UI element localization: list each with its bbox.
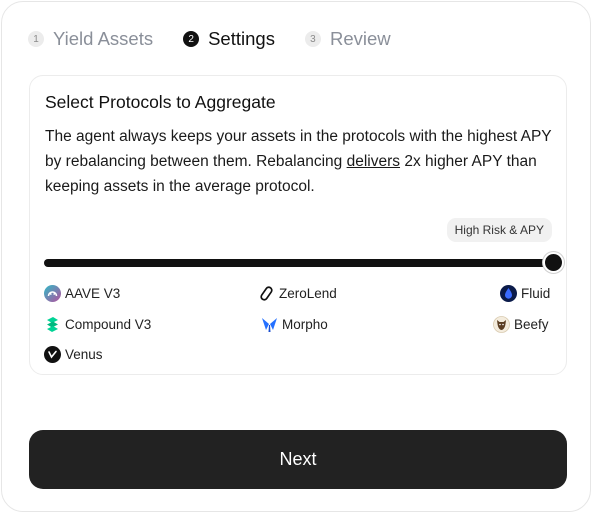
protocol-venus: Venus	[44, 346, 103, 363]
protocol-name: AAVE V3	[65, 286, 121, 301]
slider-thumb[interactable]	[543, 252, 564, 273]
card-title: Select Protocols to Aggregate	[45, 92, 276, 112]
risk-slider[interactable]	[44, 252, 564, 274]
aave-icon	[44, 285, 61, 302]
protocol-name: ZeroLend	[279, 286, 337, 301]
step-number-3: 3	[304, 31, 321, 47]
protocol-fluid: Fluid	[500, 285, 550, 302]
morpho-icon	[261, 316, 278, 333]
protocol-name: Morpho	[282, 317, 328, 332]
protocol-morpho: Morpho	[261, 316, 328, 333]
step-label-settings: Settings	[208, 28, 275, 49]
next-button[interactable]: Next	[29, 430, 567, 489]
step-settings[interactable]: 2 Settings	[183, 28, 275, 50]
protocol-name: Fluid	[521, 286, 551, 301]
protocol-aave: AAVE V3	[44, 285, 120, 302]
compound-icon	[44, 316, 61, 333]
protocol-name: Beefy	[514, 317, 549, 332]
venus-icon	[44, 346, 61, 363]
step-number-1: 1	[28, 31, 44, 47]
stepper: 1 Yield Assets 2 Settings 3 Review	[28, 28, 421, 50]
zerolend-icon	[258, 285, 275, 302]
delivers-link[interactable]: delivers	[347, 153, 400, 170]
card-description: The agent always keeps your assets in th…	[45, 124, 560, 199]
protocol-zerolend: ZeroLend	[258, 285, 337, 302]
protocol-name: Compound V3	[65, 317, 152, 332]
beefy-icon	[493, 316, 510, 333]
step-review[interactable]: 3 Review	[304, 28, 391, 50]
step-label-yield-assets: Yield Assets	[53, 28, 154, 49]
slider-fill	[44, 259, 553, 267]
protocol-name: Venus	[65, 347, 103, 362]
risk-level-badge: High Risk & APY	[446, 218, 552, 242]
step-yield-assets[interactable]: 1 Yield Assets	[28, 28, 153, 50]
protocol-compound: Compound V3	[44, 316, 151, 333]
step-label-review: Review	[329, 28, 391, 49]
protocol-beefy: Beefy	[493, 316, 549, 333]
step-number-2: 2	[183, 31, 200, 47]
panel-frame: 1 Yield Assets 2 Settings 3 Review Selec…	[1, 1, 591, 512]
protocol-settings-card: Select Protocols to Aggregate The agent …	[29, 75, 567, 375]
fluid-icon	[500, 285, 517, 302]
